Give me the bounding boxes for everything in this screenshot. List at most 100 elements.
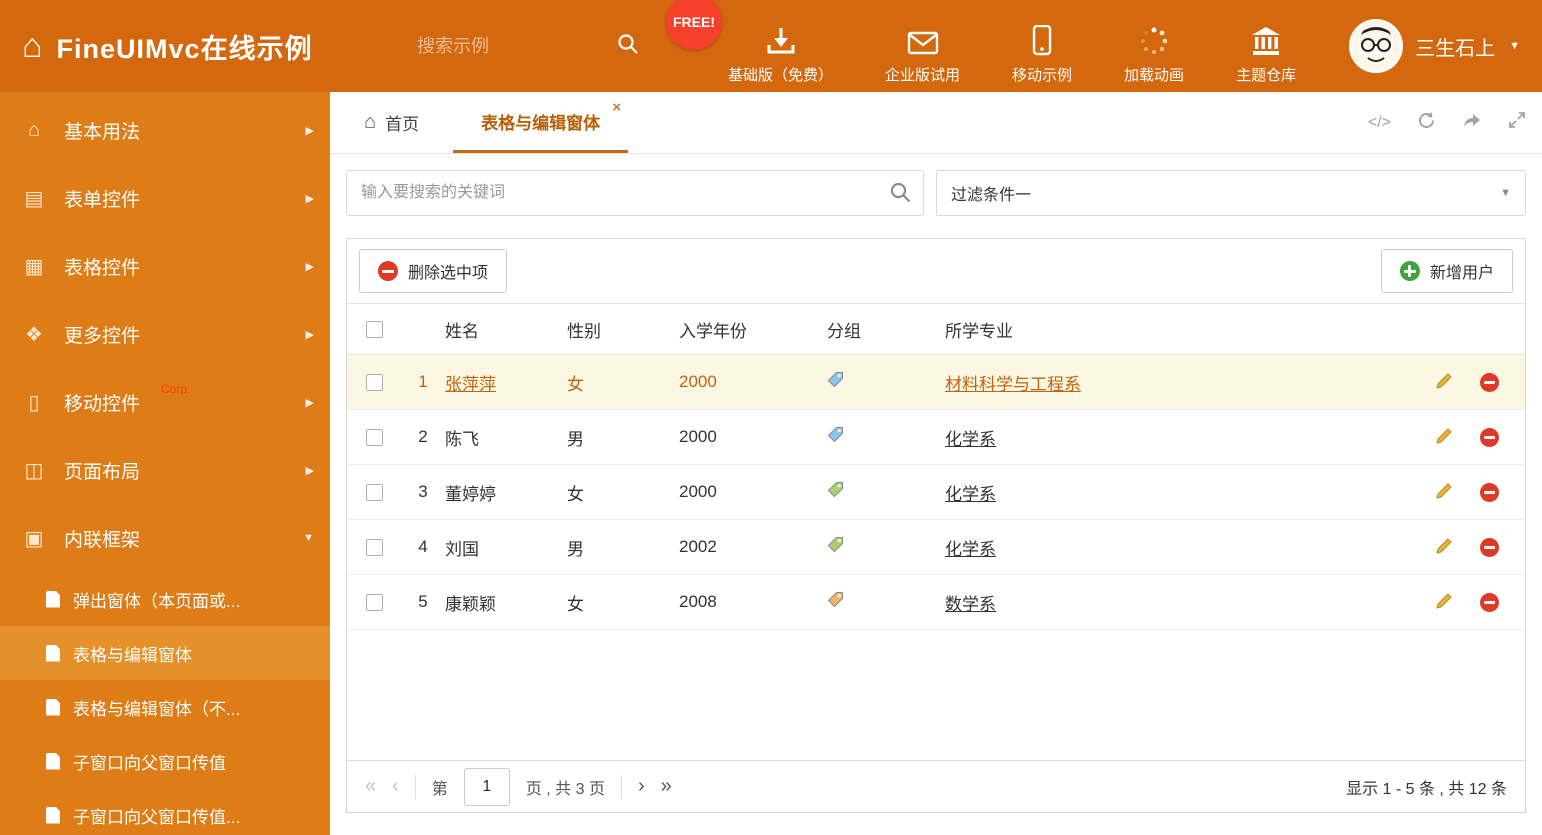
- row-actions: [1405, 591, 1525, 614]
- app-title: FineUIMvc在线示例: [56, 33, 313, 64]
- search-icon[interactable]: [889, 181, 912, 209]
- page-icon: [46, 698, 60, 716]
- page-input[interactable]: [463, 767, 510, 806]
- edit-button[interactable]: [1434, 481, 1454, 504]
- keyword-search-input[interactable]: [346, 170, 924, 216]
- enroll-year: 2000: [679, 372, 717, 391]
- delete-button[interactable]: [1480, 427, 1499, 447]
- row-index: 5: [418, 592, 428, 611]
- major-link[interactable]: 材料科学与工程系: [945, 375, 1081, 394]
- close-icon[interactable]: ×: [612, 99, 621, 116]
- edit-button[interactable]: [1434, 426, 1454, 449]
- next-page-button[interactable]: ›: [638, 775, 645, 798]
- sidebar-item-basic-usage[interactable]: ⌂ 基本用法 ▶: [0, 96, 330, 164]
- sidebar-subitem-label: 弹出窗体（本页面或...: [73, 591, 241, 611]
- mail-icon: [907, 24, 939, 56]
- nav-item-mobile-demo[interactable]: 移动示例: [1012, 8, 1072, 85]
- refresh-button[interactable]: [1417, 111, 1436, 135]
- edit-button[interactable]: [1434, 371, 1454, 394]
- user-name: 三生石上: [1415, 37, 1496, 60]
- add-user-button[interactable]: 新增用户: [1380, 249, 1513, 293]
- prev-page-button[interactable]: ‹: [392, 775, 399, 798]
- app-logo[interactable]: ⌂ FineUIMvc在线示例: [22, 27, 417, 66]
- sidebar-subitem-child-to-parent[interactable]: 子窗口向父窗口传值: [0, 734, 330, 788]
- nav-item-theme-store[interactable]: 主题仓库: [1236, 8, 1296, 85]
- row-checkbox[interactable]: [365, 428, 383, 446]
- table-row[interactable]: 5 康颖颖 女 2008 数学系: [347, 575, 1525, 630]
- user-menu[interactable]: 三生石上 ▼: [1349, 19, 1520, 73]
- delete-selected-button[interactable]: 删除选中项: [359, 249, 508, 293]
- major-cell: 数学系: [945, 590, 1405, 615]
- tab-grid-edit-window[interactable]: 表格与编辑窗体 ×: [453, 92, 629, 153]
- code-button[interactable]: </>: [1368, 114, 1391, 132]
- student-name: 董婷婷: [445, 484, 496, 504]
- grid-panel: 删除选中项 新增用户 姓名 性别 入学年份 分组 所学专业 1 张萍萍 女 20…: [346, 238, 1526, 813]
- table-row[interactable]: 1 张萍萍 女 2000 材料科学与工程系: [347, 355, 1525, 410]
- divider: [620, 774, 622, 799]
- sidebar-item-label: 移动控件: [64, 393, 141, 415]
- delete-button[interactable]: [1480, 372, 1499, 392]
- major-link[interactable]: 化学系: [945, 540, 996, 559]
- delete-icon: [1480, 427, 1499, 447]
- row-checkbox[interactable]: [365, 593, 383, 611]
- sidebar-item-grid-controls[interactable]: ▦ 表格控件 ▶: [0, 232, 330, 300]
- page-prefix: 第: [431, 780, 448, 798]
- app-header: ⌂ FineUIMvc在线示例 FREE! 基础版（免费） 企业版试用 移动示例: [0, 0, 1542, 92]
- row-checkbox[interactable]: [365, 483, 383, 501]
- sidebar-item-inline-frame[interactable]: ▣ 内联框架 ▼: [0, 504, 330, 572]
- nav-item-enterprise-trial[interactable]: 企业版试用: [885, 8, 960, 85]
- table-row[interactable]: 4 刘国 男 2002 化学系: [347, 520, 1525, 575]
- delete-icon: [1480, 372, 1499, 392]
- column-header-gender: 性别: [567, 321, 601, 341]
- last-page-button[interactable]: »: [661, 775, 672, 798]
- edit-button[interactable]: [1434, 591, 1454, 614]
- sidebar-item-page-layout[interactable]: ◫ 页面布局 ▶: [0, 436, 330, 504]
- sidebar-subitem-child-to-parent-2[interactable]: 子窗口向父窗口传值...: [0, 788, 330, 835]
- first-page-button[interactable]: «: [365, 775, 376, 798]
- enroll-year: 2008: [679, 592, 717, 611]
- sidebar-item-label: 更多控件: [64, 325, 141, 347]
- edit-button[interactable]: [1434, 536, 1454, 559]
- student-gender: 男: [567, 429, 584, 449]
- delete-button[interactable]: [1480, 537, 1499, 557]
- tab-home[interactable]: ⌂ 首页: [346, 92, 437, 153]
- major-link[interactable]: 数学系: [945, 595, 996, 614]
- filter-dropdown[interactable]: 过滤条件一 ▼: [936, 170, 1526, 216]
- mobile-icon: [1032, 24, 1052, 56]
- code-icon: </>: [1367, 113, 1391, 131]
- major-link[interactable]: 化学系: [945, 485, 996, 504]
- sidebar-item-mobile-controls[interactable]: ▯ 移动控件 Corp. ▶: [0, 368, 330, 436]
- sidebar-subitem-grid-edit-window-no[interactable]: 表格与编辑窗体（不...: [0, 680, 330, 734]
- header-search-input[interactable]: [417, 35, 582, 57]
- search-icon[interactable]: [616, 32, 640, 61]
- edit-icon: [1434, 536, 1454, 559]
- table-row[interactable]: 3 董婷婷 女 2000 化学系: [347, 465, 1525, 520]
- delete-button[interactable]: [1480, 592, 1499, 612]
- header-checkbox[interactable]: [365, 320, 383, 338]
- expand-button[interactable]: [1508, 111, 1526, 134]
- download-icon: [765, 24, 797, 56]
- row-checkbox[interactable]: [365, 373, 383, 391]
- delete-button[interactable]: [1480, 482, 1499, 502]
- chevron-right-icon: ▶: [305, 124, 314, 137]
- table-row[interactable]: 2 陈飞 男 2000 化学系: [347, 410, 1525, 465]
- nav-item-basic-free[interactable]: FREE! 基础版（免费）: [666, 0, 834, 85]
- sidebar-item-label: 基本用法: [64, 121, 141, 143]
- major-link[interactable]: 化学系: [945, 430, 996, 449]
- sidebar-subitem-grid-edit-window[interactable]: 表格与编辑窗体: [0, 626, 330, 680]
- page-icon: [46, 806, 60, 824]
- nav-item-label: 企业版试用: [885, 66, 961, 84]
- tab-tools: </>: [1368, 92, 1526, 153]
- sidebar-item-form-controls[interactable]: ▤ 表单控件 ▶: [0, 164, 330, 232]
- row-checkbox[interactable]: [365, 538, 383, 556]
- nav-item-loading-animations[interactable]: 加载动画: [1124, 8, 1184, 85]
- sidebar-item-more-controls[interactable]: ❖ 更多控件 ▶: [0, 300, 330, 368]
- sidebar-item-label: 表格控件: [64, 257, 141, 279]
- home-icon: ⌂: [22, 27, 43, 65]
- sidebar-subitem-popup-window[interactable]: 弹出窗体（本页面或...: [0, 572, 330, 626]
- share-button[interactable]: [1462, 111, 1482, 134]
- nav-item-label: 基础版（免费）: [728, 66, 834, 84]
- row-actions: [1405, 426, 1525, 449]
- sidebar-item-label: 内联框架: [64, 529, 141, 551]
- student-gender: 女: [567, 594, 584, 614]
